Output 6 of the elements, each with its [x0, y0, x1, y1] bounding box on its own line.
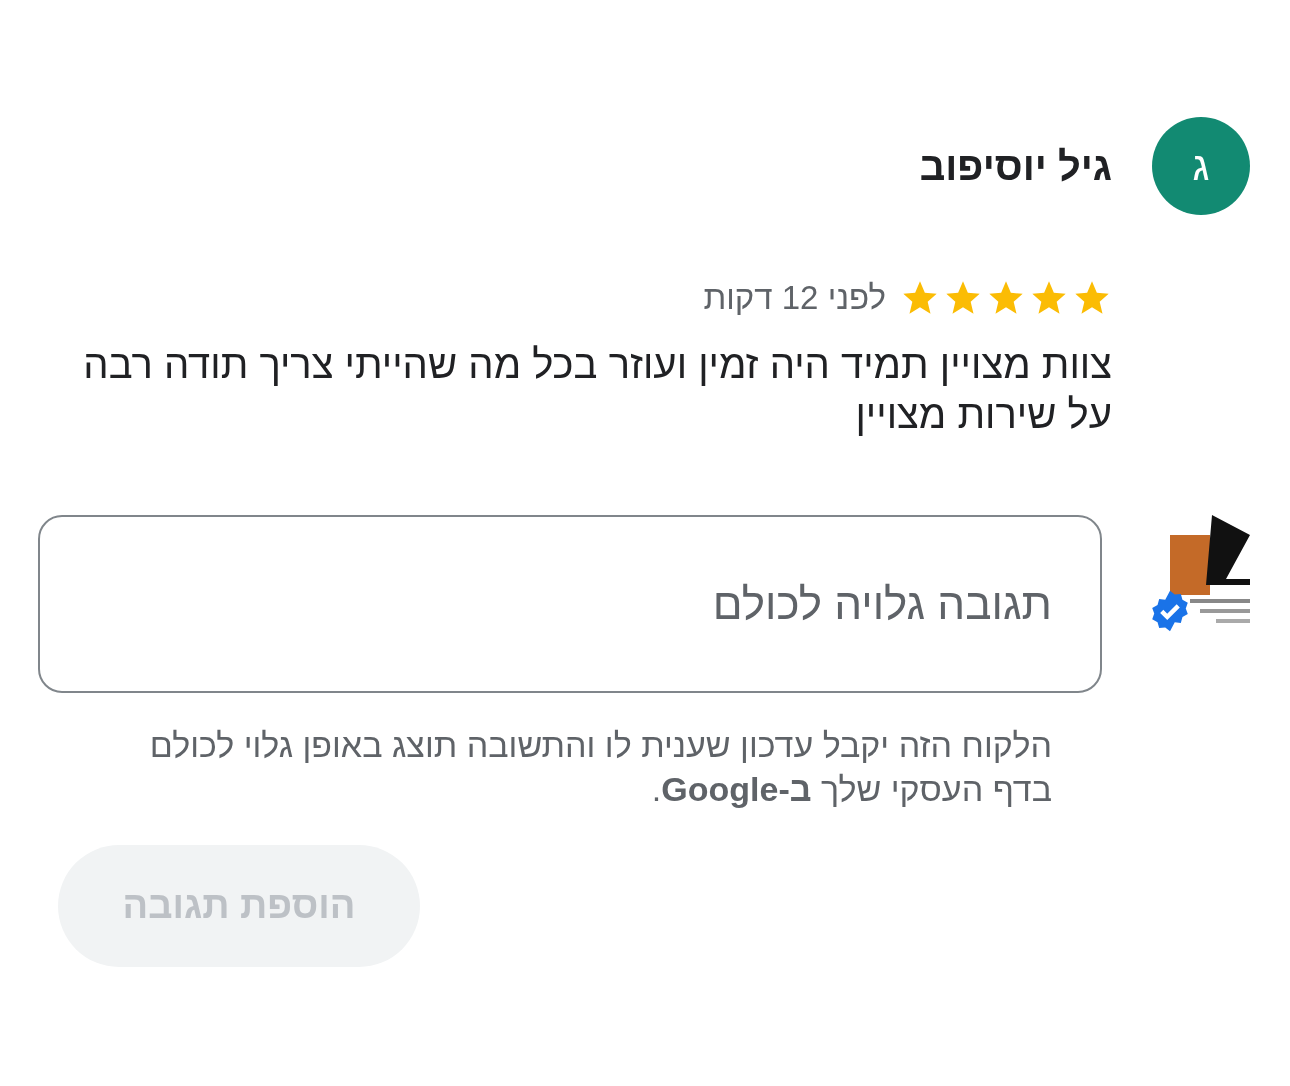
reply-field[interactable]: תגובה גלויה לכולם: [38, 514, 1102, 693]
review-time: לפני 12 דקות: [703, 278, 886, 318]
reply-note: הלקוח הזה יקבל עדכון שענית לו והתשובה תוצג באופן גלוי לכולם בדף העסקי שלך ב-Google.: [148, 724, 1052, 810]
reviewer-name: גיל יוסיפוב: [919, 143, 1112, 190]
avatar: ג: [1152, 117, 1250, 215]
review-text: צוות מצויין תמיד היה זמין ועוזר בכל מה שהייתי צריך תודה רבה על שירות מצויין: [82, 340, 1112, 438]
